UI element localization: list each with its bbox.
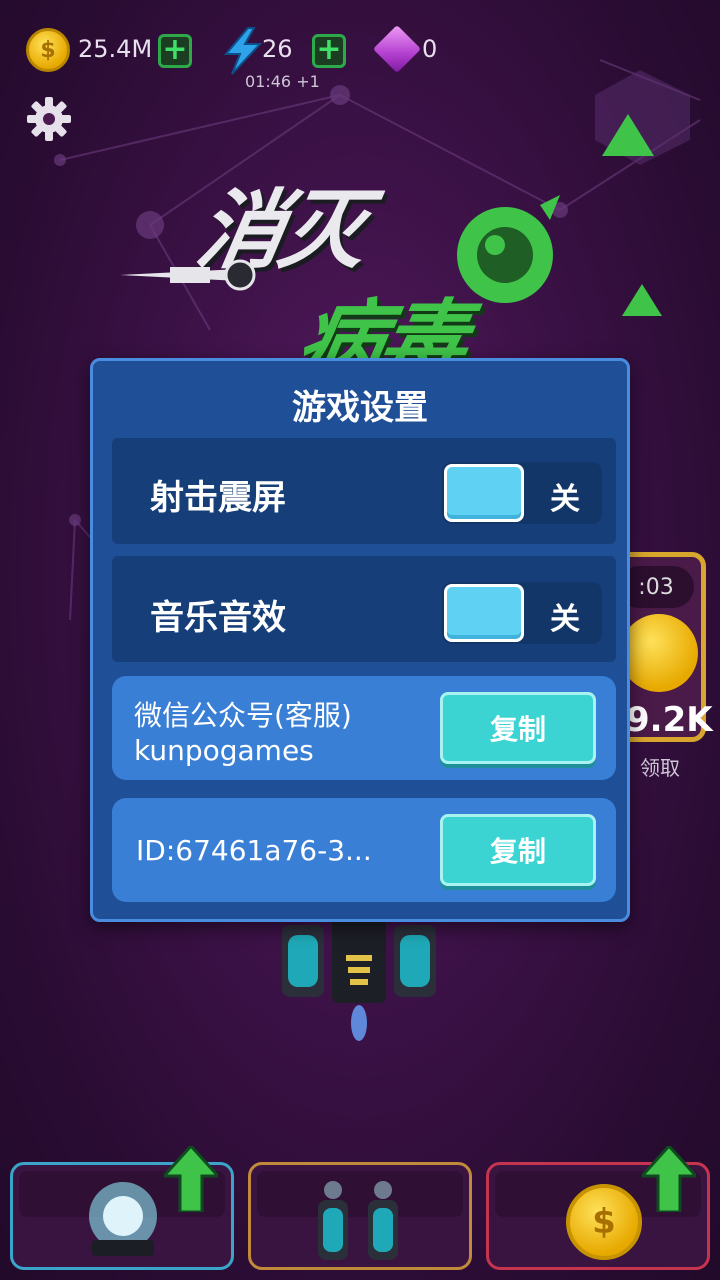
energy-count: 26 — [262, 35, 293, 63]
user-id: ID:67461a76-3... — [136, 834, 372, 867]
coin-icon: $ — [566, 1184, 642, 1260]
sword-icon — [120, 259, 256, 291]
toggle-state: 关 — [550, 482, 580, 517]
lightning-icon — [223, 27, 263, 75]
up-arrow-icon — [164, 1146, 218, 1212]
setting-label-shake: 射击震屏 — [150, 478, 286, 518]
copy-id-button[interactable]: 复制 — [440, 814, 596, 886]
turret-icon — [318, 1181, 398, 1260]
copy-wechat-button[interactable]: 复制 — [440, 692, 596, 764]
virus-small-icon — [602, 114, 654, 156]
energy-timer: 01:46 +1 — [245, 72, 320, 91]
wechat-label: 微信公众号(客服) — [134, 699, 352, 732]
reward-value: 9.2K — [626, 700, 713, 740]
gear-icon[interactable] — [26, 96, 72, 142]
toggle-state: 关 — [550, 602, 580, 637]
add-energy-button[interactable]: + — [312, 34, 346, 68]
sound-toggle[interactable]: 关 — [442, 582, 602, 644]
reward-label: 领取 — [640, 756, 680, 780]
shield-orb-icon — [89, 1182, 157, 1256]
gem-count: 0 — [422, 35, 438, 63]
coin-icon — [620, 614, 698, 692]
virus-small-icon — [622, 284, 662, 316]
wechat-id: kunpogames — [134, 734, 314, 767]
virus-icon — [457, 195, 560, 303]
dialog-title: 游戏设置 — [292, 388, 428, 428]
coin-icon: $ — [26, 28, 70, 72]
player-ship — [282, 915, 436, 1041]
toggle-knob — [444, 584, 524, 642]
coin-count: 25.4M — [78, 35, 153, 63]
setting-label-sound: 音乐音效 — [150, 598, 286, 638]
shake-toggle[interactable]: 关 — [442, 462, 602, 524]
add-coins-button[interactable]: + — [158, 34, 192, 68]
toggle-knob — [444, 464, 524, 522]
up-arrow-icon — [642, 1146, 696, 1212]
